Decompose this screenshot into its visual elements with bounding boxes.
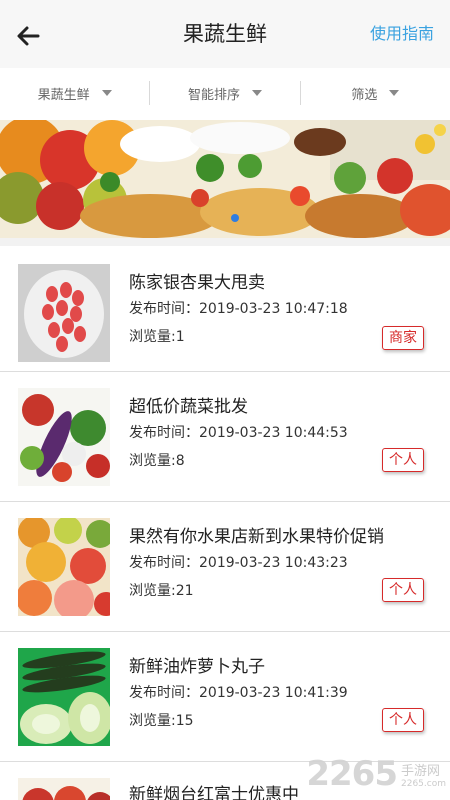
caret-down-icon [101,90,112,96]
caret-down-icon [252,90,262,96]
thumbnail-image [18,518,110,616]
guide-link[interactable]: 使用指南 [370,20,434,44]
item-views: 浏览量:1 [129,329,185,345]
post-list: 陈家银杏果大甩卖 发布时间：2019-03-23 10:47:18 浏览量:1 … [0,238,450,800]
filter-screen[interactable]: 筛选 [299,81,450,105]
filter-category-label: 果蔬生鲜 [37,87,90,103]
list-item[interactable]: 超低价蔬菜批发 发布时间：2019-03-23 10:44:53 浏览量:8 个… [0,372,450,502]
list-item[interactable]: 果然有你水果店新到水果特价促销 发布时间：2019-03-23 10:43:23… [0,502,450,632]
item-views: 浏览量:15 [129,713,194,729]
filter-sort[interactable]: 智能排序 [149,81,299,105]
list-item[interactable]: 新鲜油炸萝卜丸子 发布时间：2019-03-23 10:41:39 浏览量:15… [0,632,450,762]
item-views: 浏览量:8 [129,453,185,469]
seller-type-badge: 个人 [382,708,424,732]
item-title: 新鲜烟台红富士优惠中 [129,785,299,800]
item-views: 浏览量:21 [129,583,194,599]
item-publish-time: 发布时间：2019-03-23 10:43:23 [129,555,348,571]
filter-bar: 果蔬生鲜 智能排序 筛选 [0,68,450,118]
caret-down-icon [389,90,400,96]
filter-screen-label: 筛选 [351,87,378,103]
thumbnail-image [18,264,110,362]
promo-banner[interactable] [0,120,450,238]
item-publish-time: 发布时间：2019-03-23 10:47:18 [129,301,348,317]
item-title: 新鲜油炸萝卜丸子 [129,657,265,677]
thumbnail-image [18,648,110,746]
list-item[interactable]: 陈家银杏果大甩卖 发布时间：2019-03-23 10:47:18 浏览量:1 … [0,238,450,372]
item-publish-time: 发布时间：2019-03-23 10:41:39 [129,685,348,701]
thumbnail-image [18,778,110,800]
watermark-url: 2265.com [401,778,446,789]
filter-category[interactable]: 果蔬生鲜 [0,81,149,105]
item-title: 超低价蔬菜批发 [129,397,248,417]
thumbnail-image [18,388,110,486]
site-watermark: 2265 手游网 2265.com [306,754,446,794]
item-title: 陈家银杏果大甩卖 [129,273,265,293]
seller-type-badge: 个人 [382,448,424,472]
carousel-indicator[interactable] [231,214,239,222]
filter-sort-label: 智能排序 [187,87,240,103]
item-title: 果然有你水果店新到水果特价促销 [129,527,384,547]
watermark-text: 手游网 [401,763,441,779]
top-bar: 果蔬生鲜 使用指南 [0,0,450,68]
item-publish-time: 发布时间：2019-03-23 10:44:53 [129,425,348,441]
banner-image [0,120,450,238]
watermark-number: 2265 [306,754,398,794]
seller-type-badge: 个人 [382,578,424,602]
seller-type-badge: 商家 [382,326,424,350]
